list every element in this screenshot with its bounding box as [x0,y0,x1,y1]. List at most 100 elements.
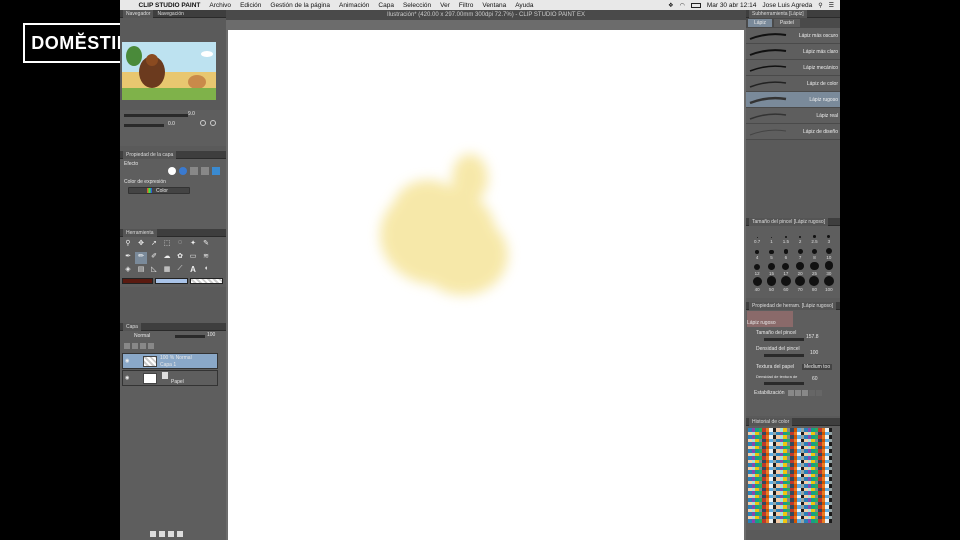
new-folder-icon[interactable] [168,531,174,537]
tab-subtool[interactable]: Subherramienta [Lápiz] [749,9,807,18]
tab-navigation[interactable]: Navegación [157,11,183,17]
new-layer-icon[interactable] [150,531,156,537]
brush-item[interactable]: Lápiz más oscuro [746,28,840,44]
visibility-icon[interactable]: ◉ [125,375,129,381]
tab-color-history[interactable]: Historial de color [749,417,793,426]
menu-capa[interactable]: Capa [374,2,399,9]
zoom-tool-icon[interactable]: ⚲ [122,239,134,251]
tab-brush-size[interactable]: Tamaño del pincel [Lápiz rugoso] [749,217,829,226]
brush-item[interactable]: Lápiz de diseño [746,124,840,140]
texture-value[interactable]: Medium too [802,364,833,370]
pencil-tool-icon[interactable]: ✏ [135,252,147,264]
brush-size-option[interactable]: 10 [822,244,836,260]
visibility-icon[interactable]: ◉ [125,358,129,364]
brush-size-option[interactable]: 1 [764,228,778,244]
mask-icon[interactable] [148,343,154,349]
brush-item[interactable]: Lápiz mecánico [746,60,840,76]
menu-seleccion[interactable]: Selección [398,2,435,9]
rotate-icon[interactable] [200,120,206,126]
user-name[interactable]: Jose Luis Agreda [762,2,812,9]
eraser-tool-icon[interactable]: ▭ [187,252,199,264]
brush-size-option[interactable]: 1.5 [779,228,793,244]
brush-size-option[interactable]: 15 [764,260,778,276]
layer-row-2[interactable]: ◉ Papel [122,370,218,386]
menu-ayuda[interactable]: Ayuda [511,2,538,9]
brush-size-option[interactable]: 17 [779,260,793,276]
brush-size-option[interactable]: 70 [793,276,807,292]
blend-mode-select[interactable]: Normal [134,333,150,339]
menu-app[interactable]: CLIP STUDIO PAINT [134,2,205,9]
brush-size-option[interactable]: 30 [822,260,836,276]
trash-icon[interactable] [177,531,183,537]
group-pastel[interactable]: Pastel [773,19,800,27]
expression-color-select[interactable]: Color [128,187,190,194]
frame-tool-icon[interactable]: ▦ [161,265,173,277]
texture-density-slider[interactable] [764,382,804,385]
rotation-slider[interactable] [124,124,164,127]
new-vector-layer-icon[interactable] [159,531,165,537]
stabilization-slider[interactable] [788,390,822,396]
move-tool-icon[interactable]: ✥ [135,239,147,251]
brush-size-option[interactable]: 5 [764,244,778,260]
menu-archivo[interactable]: Archivo [205,2,236,9]
menu-ver[interactable]: Ver [436,2,455,9]
brush-size-option[interactable]: 20 [793,260,807,276]
effect-texture-icon[interactable] [201,167,209,175]
brush-item[interactable]: Lápiz real [746,108,840,124]
wand-tool-icon[interactable]: ✦ [187,239,199,251]
brush-size-option[interactable]: 6 [779,244,793,260]
drawing-canvas[interactable] [228,30,744,540]
brush-size-option[interactable]: 60 [779,276,793,292]
tab-layer-property[interactable]: Propiedad de la capa [123,150,177,159]
sub-color-swatch[interactable] [155,278,188,284]
balloon-tool-icon[interactable]: ◖ [200,265,212,277]
brush-size-slider[interactable] [764,338,804,341]
opacity-slider[interactable] [175,335,205,338]
operation-tool-icon[interactable]: ➚ [148,239,160,251]
eyedropper-tool-icon[interactable]: ✎ [200,239,212,251]
select-tool-icon[interactable]: ⬚ [161,239,173,251]
brush-item-selected[interactable]: Lápiz rugoso [746,92,840,108]
airbrush-tool-icon[interactable]: ☁ [161,252,173,264]
clock[interactable]: Mar 30 abr 12:14 [707,2,757,9]
tab-navigator[interactable]: Navegador [123,9,154,18]
lock-icon[interactable] [124,343,130,349]
wifi-icon[interactable]: ◠ [680,2,685,9]
brush-size-option[interactable]: 2.5 [807,228,821,244]
decoration-tool-icon[interactable]: ✿ [174,252,186,264]
brush-size-option[interactable]: 25 [807,260,821,276]
navigator-thumbnail[interactable] [122,42,216,100]
menu-gestion[interactable]: Gestión de la página [266,2,335,9]
gradient-tool-icon[interactable]: ▤ [135,265,147,277]
brush-size-option[interactable]: 80 [807,276,821,292]
tab-tool-property[interactable]: Propiedad de herram. [Lápiz rugoso] [749,301,837,310]
brush-item[interactable]: Lápiz más claro [746,44,840,60]
tab-layer[interactable]: Capa [123,322,141,331]
lasso-tool-icon[interactable]: ◌ [174,239,186,251]
brush-size-option[interactable]: 2 [793,228,807,244]
brush-item[interactable]: Lápiz de color [746,76,840,92]
color-history-swatch[interactable] [828,519,832,523]
density-slider[interactable] [764,354,804,357]
pen-tool-icon[interactable]: ✒ [122,252,134,264]
battery-icon[interactable] [690,2,701,8]
ruler-tool-icon[interactable]: ⟋ [174,265,186,277]
brush-size-option[interactable]: 3 [822,228,836,244]
menu-ventana[interactable]: Ventana [478,2,511,9]
zoom-slider[interactable] [124,114,188,117]
text-tool-icon[interactable]: A [187,265,199,277]
reference-icon[interactable] [140,343,146,349]
brush-size-option[interactable]: 0.7 [750,228,764,244]
dropbox-icon[interactable]: ❖ [668,2,673,9]
figure-tool-icon[interactable]: ◺ [148,265,160,277]
effect-color-icon[interactable] [179,167,187,175]
brush-size-option[interactable]: 100 [822,276,836,292]
search-icon[interactable]: ⚲ [818,2,822,9]
brush-size-option[interactable]: 7 [793,244,807,260]
menu-animacion[interactable]: Animación [335,2,374,9]
brush-tool-icon[interactable]: ✐ [148,252,160,264]
fill-tool-icon[interactable]: ◈ [122,265,134,277]
list-icon[interactable]: ☰ [829,2,834,9]
effect-layer-color-icon[interactable] [212,167,220,175]
group-pencil[interactable]: Lápiz [748,19,772,27]
